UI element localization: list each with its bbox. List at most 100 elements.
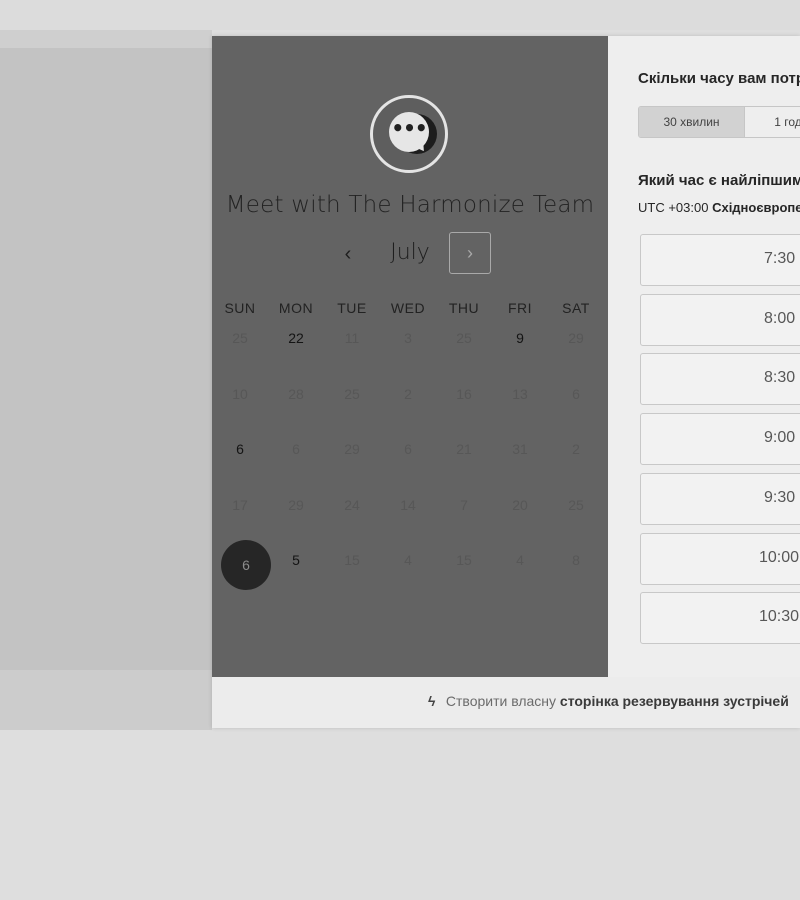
calendar-day: 14 [380, 489, 436, 545]
calendar-day: 15 [324, 544, 380, 600]
time-question: Який час є найліпшим? [638, 172, 800, 189]
calendar-day-number: 5 [292, 552, 300, 569]
calendar-day-number: 17 [232, 496, 248, 513]
calendar-day[interactable]: 5 [268, 544, 324, 600]
calendar-day: 6 [268, 433, 324, 489]
calendar-day: 7 [436, 489, 492, 545]
prev-month-button[interactable]: ‹ [336, 242, 360, 266]
calendar-day-number: 11 [344, 330, 360, 346]
calendar-day-number: 25 [344, 385, 360, 402]
calendar-day-number: 13 [512, 385, 528, 402]
weekday-label: MON [278, 300, 314, 316]
chevron-right-icon: › [467, 243, 473, 263]
time-slot-label: 10:30 [759, 608, 800, 626]
calendar-day: 11 [324, 322, 380, 378]
calendar-day: 16 [436, 378, 492, 434]
time-slot-label: 8:30 [764, 369, 796, 387]
calendar-week: 17 29 24 14 7 20 25 [212, 489, 608, 545]
duration-question: Скільки часу вам потрібно? [638, 70, 800, 87]
calendar-day: 13 [492, 378, 548, 434]
time-slot-button[interactable]: 9:00 [640, 413, 800, 466]
calendar-day[interactable]: 6 [212, 433, 268, 489]
weekday-label: SUN [224, 300, 256, 316]
footer-prefix: Створити власну [445, 693, 557, 709]
calendar-day-number: 2 [572, 441, 580, 458]
calendar-day-selected[interactable]: 6 [212, 540, 271, 600]
calendar-day: 25 [436, 322, 492, 378]
calendar-day: 31 [492, 433, 548, 489]
calendar-day-number: 6 [404, 441, 412, 458]
time-slot-button[interactable]: 7:30 [640, 234, 800, 286]
calendar-day-number: 4 [404, 552, 412, 569]
time-slot-button[interactable]: 10:30 [640, 592, 800, 645]
browser-background [0, 0, 800, 30]
calendar-panel: ••• Meet with The Harmonize Team ‹ July … [212, 36, 608, 677]
calendar-day: 21 [436, 433, 492, 489]
calendar-day-number: 15 [344, 552, 360, 569]
time-slot-button[interactable]: 9:30 [640, 472, 800, 525]
calendar-day: 6 [548, 378, 604, 434]
calendar-day-number: 7 [460, 496, 468, 513]
calendar-day-number: 16 [456, 385, 472, 402]
calendar-day: 15 [436, 544, 492, 600]
calendar-day-number: 3 [404, 330, 412, 346]
page-side-strip [0, 670, 212, 730]
calendar-day-number: 25 [232, 330, 248, 346]
calendar-day: 29 [548, 322, 604, 378]
month-navigation: ‹ July › [212, 232, 608, 276]
calendar-day: 29 [268, 489, 324, 545]
duration-option-30min[interactable]: 30 хвилин [639, 107, 745, 137]
page-side-panel [0, 48, 212, 670]
duration-option-1hour[interactable]: 1 година [745, 107, 800, 137]
calendar-week: 10 28 25 2 16 13 6 [212, 378, 608, 434]
month-label: July [390, 240, 430, 265]
calendar-day: 4 [492, 544, 548, 600]
calendar-day: 28 [268, 378, 324, 434]
calendar-day: 25 [548, 489, 604, 545]
calendar-day-number: 6 [221, 540, 271, 591]
calendar-day: 6 [380, 433, 436, 489]
calendar-day-number: 28 [288, 385, 304, 402]
team-logo: ••• [370, 95, 448, 173]
create-booking-page-link[interactable]: ϟ Створити власну сторінка резервування … [428, 693, 789, 709]
next-month-button[interactable]: › [449, 232, 491, 274]
calendar-day: 8 [548, 544, 604, 600]
calendar-day: 20 [492, 489, 548, 545]
calendar-day: 29 [324, 433, 380, 489]
calendar-week: 6 6 29 6 21 31 2 [212, 433, 608, 489]
calendar-day-number: 14 [400, 496, 416, 513]
calendar-day: 24 [324, 489, 380, 545]
calendar-week: 6 5 15 4 15 4 8 [212, 540, 608, 600]
duration-selector: 30 хвилин 1 година [638, 106, 800, 138]
calendar-day-number: 29 [568, 330, 584, 346]
weekday-header: SUN MON TUE WED THU FRI SAT [212, 300, 608, 322]
time-slot-label: 9:00 [764, 429, 796, 447]
chat-bubble-icon: ••• [389, 112, 429, 152]
time-slot-button[interactable]: 8:00 [640, 293, 800, 346]
calendar-week: 25 22 11 3 25 9 29 [212, 322, 608, 378]
calendar-day-number: 6 [292, 441, 300, 458]
calendar-day: 2 [380, 378, 436, 434]
calendar-day[interactable]: 22 [268, 322, 324, 378]
calendar-day: 4 [380, 544, 436, 600]
booking-card: ••• Meet with The Harmonize Team ‹ July … [212, 36, 800, 728]
calendar-day: 25 [212, 322, 268, 378]
time-slot-button[interactable]: 10:00 [640, 532, 800, 585]
calendar-day: 17 [212, 489, 268, 545]
time-slot-label: 9:30 [764, 488, 796, 506]
calendar-day-number: 10 [232, 385, 248, 402]
hubspot-icon: ϟ [428, 693, 436, 709]
calendar-day[interactable]: 9 [492, 322, 548, 378]
calendar-day: 10 [212, 378, 268, 434]
time-slot-label: 10:00 [759, 548, 800, 566]
calendar-day-number: 9 [516, 330, 524, 346]
time-slot-label: 8:00 [764, 309, 796, 327]
timezone-name: Східноєвропейський час [712, 200, 800, 215]
time-slot-button[interactable]: 8:30 [640, 353, 800, 406]
calendar-day: 3 [380, 322, 436, 378]
timezone-label[interactable]: UTC +03:00 Східноєвропейський час [638, 200, 800, 215]
calendar-day-number: 6 [236, 441, 244, 458]
timezone-offset: UTC +03:00 [638, 200, 709, 215]
calendar-day-number: 6 [572, 385, 580, 402]
calendar-day-number: 25 [568, 496, 584, 513]
